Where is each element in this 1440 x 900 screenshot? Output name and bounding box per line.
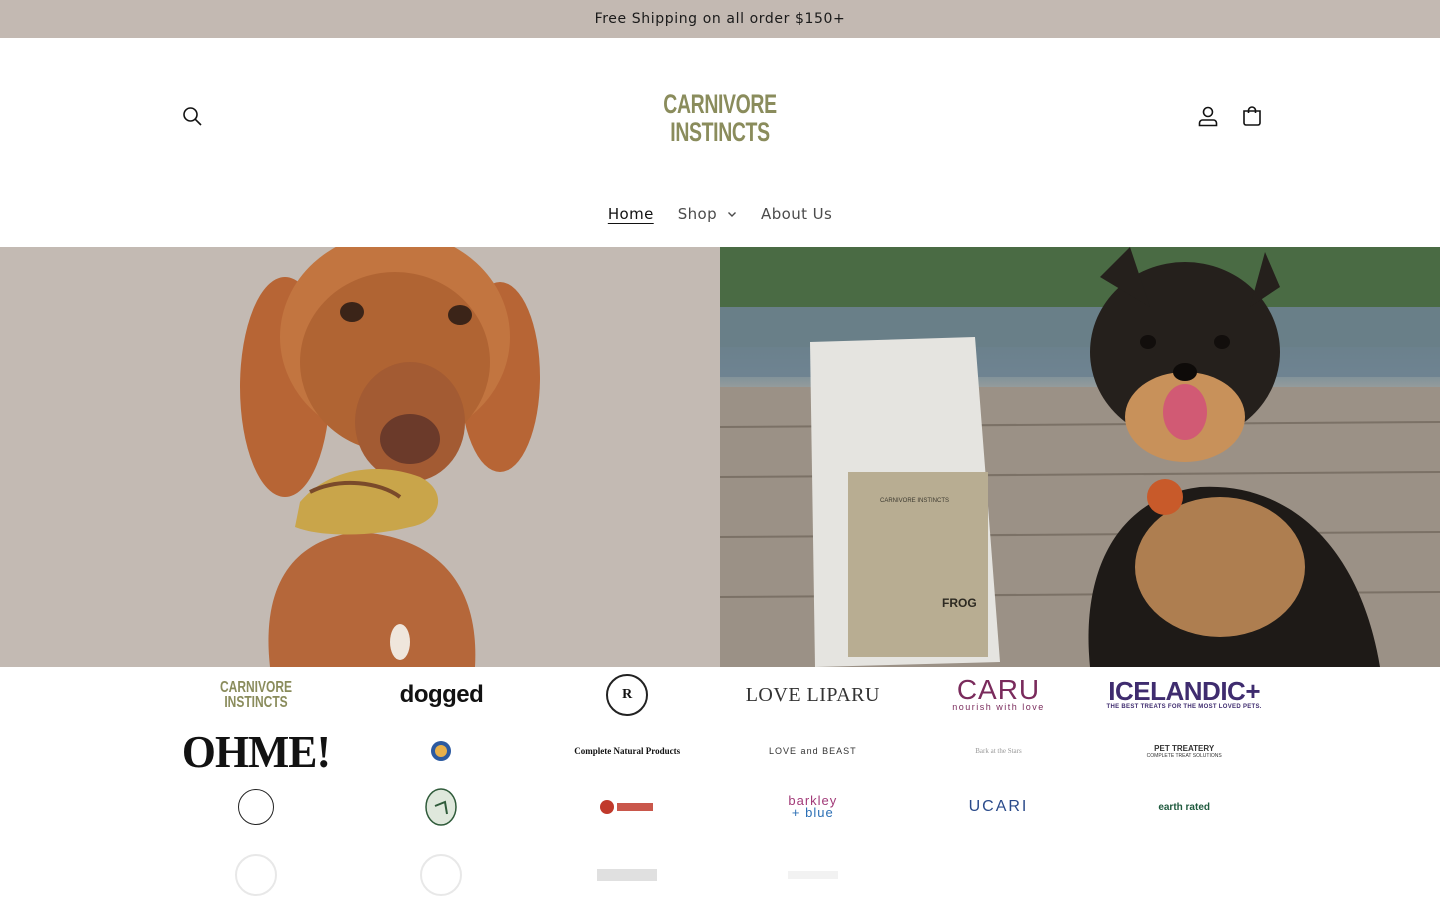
logo-line2: INSTINCTS [670,117,770,147]
brand-row-faded [163,835,1277,900]
main-nav: Home Shop About Us [0,205,1440,223]
brand-bark-stars[interactable]: Bark at the Stars [906,723,1092,779]
nav-shop-label: Shop [677,205,718,223]
brand-empty-6 [1091,847,1277,900]
brand-barkley-line2: + blue [791,805,834,820]
brand-row: OHME! Complete Natural Products LOVE and… [163,723,1277,779]
brand-row: barkley + blue UCARI earth rated [163,779,1277,835]
brand-icelandic[interactable]: ICELANDIC+ THE BEST TREATS FOR THE MOST L… [1091,667,1277,723]
chevron-down-icon [727,205,737,223]
brand-ucari[interactable]: UCARI [906,779,1092,835]
brand-love-liparu[interactable]: LOVE LIPARU [720,667,906,723]
brand-round-r[interactable]: R [534,667,720,723]
site-header: CARNIVORE INSTINCTS Home Shop About Us [0,38,1440,247]
hero-image-dog-dock[interactable]: CARNIVORE INSTINCTS FROG [720,247,1440,667]
brand-red-logo[interactable] [534,779,720,835]
brand-badge-small[interactable] [349,723,535,779]
brand-red-logo-icon [600,800,654,814]
brand-florida-raw-icon [425,788,458,826]
brand-caru-tagline: nourish with love [952,702,1045,712]
brand-caru[interactable]: CARU nourish with love [906,667,1092,723]
brand-pet-treatery[interactable]: PET TREATERY COMPLETE TREAT SOLUTIONS [1091,723,1277,779]
brand-bark-text: Bark at the Stars [975,747,1022,755]
brand-ohme-text: OHME! [181,725,331,777]
brand-faded-1[interactable] [163,847,349,900]
brand-icelandic-tagline: THE BEST TREATS FOR THE MOST LOVED PETS. [1106,703,1262,710]
brand-barkley-blue[interactable]: barkley + blue [720,779,906,835]
bag-brand-text: CARNIVORE INSTINCTS [880,498,949,504]
brand-logo-grid: CARNIVORE INSTINCTS dogged R LOVE LIPARU … [163,667,1277,900]
brand-mascot-icon [431,741,452,761]
brand-carn-line2: INSTINCTS [224,694,288,711]
search-icon[interactable] [178,102,206,130]
brand-empty-5 [906,847,1092,900]
brand-round-badge-icon [237,789,274,825]
brand-carn-line1: CARNIVORE [219,679,292,696]
nav-about[interactable]: About Us [749,205,844,223]
brand-liparu-text: LOVE LIPARU [745,683,880,706]
brand-ohme[interactable]: OHME! [163,723,349,779]
brand-caru-text: CARU [956,674,1041,705]
nav-shop[interactable]: Shop [666,205,749,223]
brand-earth-text: earth rated [1158,801,1210,813]
brand-treatery-text: PET TREATERY [1154,743,1215,753]
brand-faded-2[interactable] [349,847,535,900]
brand-ucari-text: UCARI [968,798,1029,815]
brand-dogged[interactable]: dogged [349,667,535,723]
bag-label-text: FROG [942,596,977,610]
brand-dogged-text: dogged [399,681,484,708]
nav-home-label: Home [607,205,654,223]
brand-faded-4[interactable] [720,847,906,900]
nav-about-label: About Us [761,205,833,223]
cart-icon[interactable] [1238,102,1266,130]
account-icon[interactable] [1194,102,1222,130]
brand-treatery-tagline: COMPLETE TREAT SOLUTIONS [1146,752,1222,759]
brand-faded-3[interactable] [534,847,720,900]
hero-image-poodle[interactable] [0,247,720,667]
nav-home[interactable]: Home [596,205,666,223]
brand-florida-raw[interactable] [349,779,535,835]
brand-earth-rated[interactable]: earth rated [1091,779,1277,835]
hero-banner: CARNIVORE INSTINCTS FROG [0,247,1440,667]
announcement-text: Free Shipping on all order $150+ [594,11,846,27]
brand-love-beast[interactable]: LOVE and BEAST [720,723,906,779]
site-logo[interactable]: CARNIVORE INSTINCTS [640,90,800,146]
brand-badge-logo: R [606,674,649,716]
brand-icelandic-text: ICELANDIC+ [1108,675,1261,706]
brand-carnivore-instincts[interactable]: CARNIVORE INSTINCTS [163,667,349,723]
brand-round-badge[interactable] [163,779,349,835]
brand-cnp-text: Complete Natural Products [574,746,681,756]
logo-line1: CARNIVORE [663,89,777,119]
announcement-bar: Free Shipping on all order $150+ [0,0,1440,38]
brand-lovebeast-text: LOVE and BEAST [769,746,857,756]
brand-complete-natural[interactable]: Complete Natural Products [534,723,720,779]
brand-badge-letter: R [622,687,633,702]
brand-row: CARNIVORE INSTINCTS dogged R LOVE LIPARU … [163,667,1277,723]
